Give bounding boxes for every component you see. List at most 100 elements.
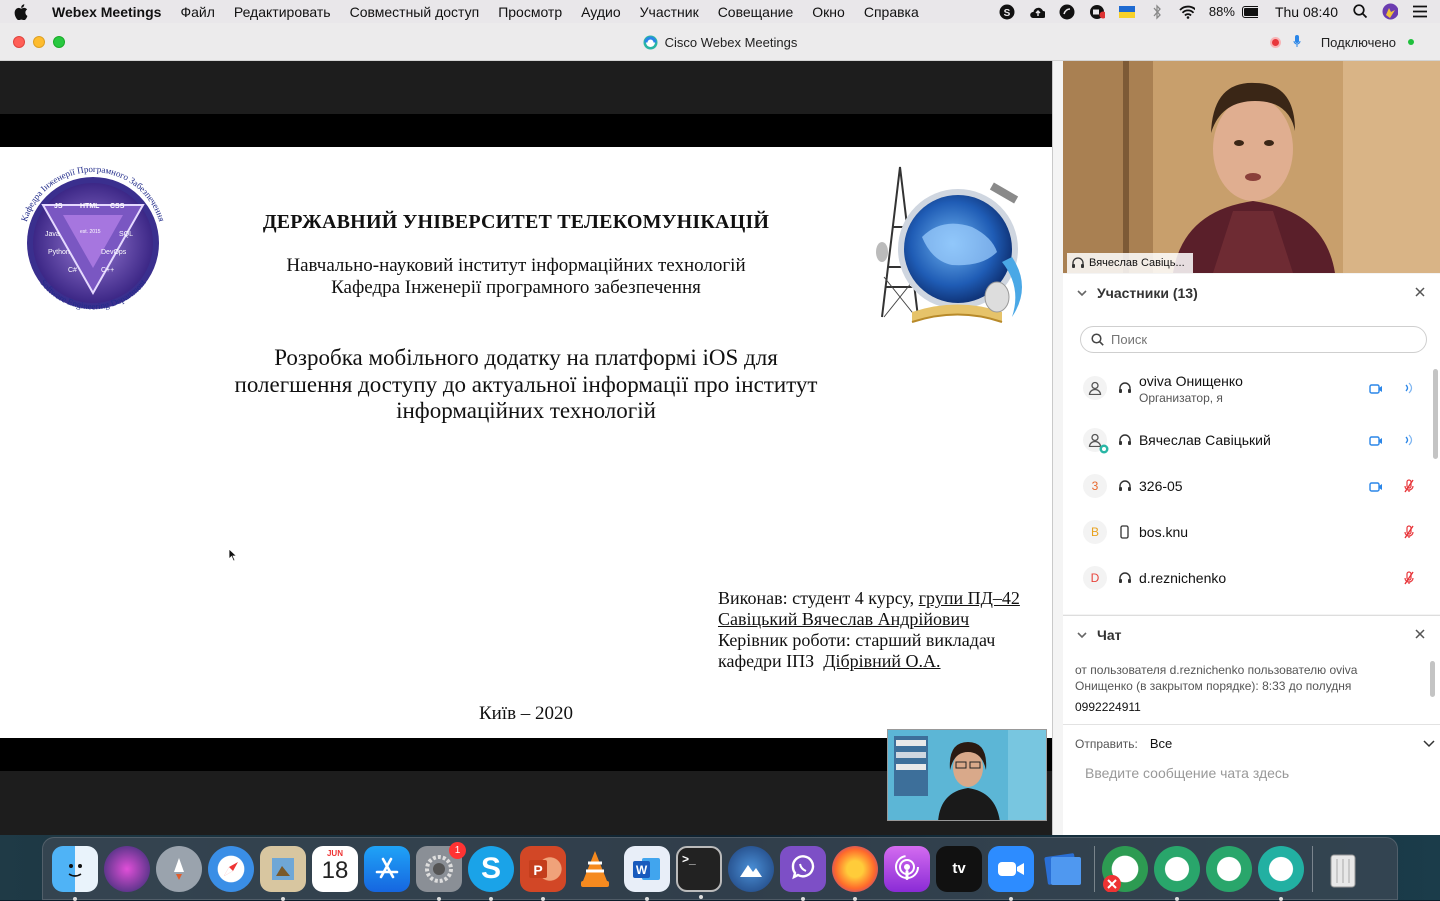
participants-panel: Участники (13) oviva Онищенко Организатор…	[1063, 274, 1440, 614]
no-camera-status-icon[interactable]	[1089, 4, 1105, 20]
video-camera-icon[interactable]	[1369, 382, 1383, 394]
close-participants-icon[interactable]	[1413, 285, 1427, 299]
muted-mic-icon[interactable]	[1403, 571, 1415, 585]
preview-icon[interactable]	[260, 845, 306, 901]
chat-message-text[interactable]: 0992224911	[1075, 700, 1141, 714]
video-camera-icon[interactable]	[1369, 480, 1383, 492]
menu-file[interactable]: Файл	[180, 4, 214, 20]
letterbox-top	[0, 114, 1052, 147]
connected-dot-icon	[1408, 39, 1414, 45]
ukraine-flag-icon[interactable]	[1118, 4, 1135, 20]
menu-participant[interactable]: Участник	[640, 4, 699, 20]
title-bar[interactable]: Cisco Webex Meetings Подключено	[0, 23, 1440, 61]
participants-scrollbar[interactable]	[1433, 369, 1438, 459]
svg-text:S: S	[1004, 8, 1011, 19]
participant-row[interactable]: oviva Онищенко Организатор, я	[1063, 365, 1433, 411]
participant-row[interactable]: Dd.reznichenko	[1063, 555, 1433, 601]
battery-percent[interactable]: 88%	[1209, 4, 1235, 19]
menu-view[interactable]: Просмотр	[498, 4, 562, 20]
menu-help[interactable]: Справка	[864, 4, 919, 20]
slide-author-group: групи ПД–42	[918, 588, 1020, 608]
apple-menu-icon[interactable]	[14, 3, 30, 20]
chat-send-to[interactable]: Отправить: Все	[1063, 724, 1440, 762]
chat-message-input[interactable]: Введите сообщение чата здесь	[1085, 765, 1289, 781]
skype-status-icon[interactable]: S	[999, 4, 1015, 20]
files-icon[interactable]	[1040, 846, 1086, 892]
terminal-icon[interactable]: >_	[676, 845, 722, 899]
video-camera-icon[interactable]	[1369, 434, 1383, 446]
audio-status-icon[interactable]	[1293, 34, 1301, 51]
participant-row[interactable]: 3 326-05	[1063, 463, 1433, 509]
search-icon	[1089, 332, 1105, 348]
webex-icon-2[interactable]	[1206, 845, 1252, 892]
vlc-icon[interactable]	[572, 846, 618, 892]
notification-center-icon[interactable]	[1412, 4, 1428, 20]
speaking-audio-icon[interactable]	[1403, 381, 1415, 395]
podcasts-icon[interactable]	[884, 845, 930, 892]
firefox-icon[interactable]	[832, 845, 878, 901]
presenter-video-thumbnail[interactable]	[887, 729, 1047, 821]
muted-mic-icon[interactable]	[1403, 525, 1415, 539]
chat-header[interactable]: Чат	[1063, 616, 1440, 654]
menu-app-name[interactable]: Webex Meetings	[52, 4, 161, 20]
trash-icon[interactable]	[1320, 846, 1366, 892]
app-store-icon[interactable]	[364, 845, 410, 892]
slide-author-block: Виконав: студент 4 курсу, групи ПД–42 Са…	[718, 588, 1048, 672]
webex-blocked-icon[interactable]	[1102, 845, 1148, 892]
slide-topic-line3: інформаційних технологій	[396, 398, 656, 423]
chat-title: Чат	[1097, 627, 1122, 643]
slide-topic-line1: Розробка мобільного додатку на платформі…	[274, 345, 778, 370]
webex-meetings-icon[interactable]	[1258, 845, 1304, 901]
svg-text:W: W	[636, 863, 648, 877]
menu-share[interactable]: Совместный доступ	[350, 4, 480, 20]
send-to-select[interactable]: Все	[1150, 736, 1172, 751]
speaking-audio-icon[interactable]	[1403, 433, 1415, 447]
active-speaker-video[interactable]: Вячеслав Савіць...	[1063, 61, 1440, 273]
logo-lang-js: JS	[54, 203, 63, 210]
skype-icon[interactable]: S	[468, 845, 514, 901]
participant-search[interactable]	[1080, 326, 1427, 353]
chevron-down-icon[interactable]	[1077, 289, 1089, 297]
muted-mic-icon[interactable]	[1403, 479, 1415, 493]
close-chat-icon[interactable]	[1413, 627, 1427, 641]
menu-clock[interactable]: Thu 08:40	[1275, 4, 1338, 20]
menu-audio[interactable]: Аудио	[581, 4, 621, 20]
powerpoint-icon[interactable]: P	[520, 845, 566, 901]
menu-bar: Webex Meetings Файл Редактировать Совмес…	[0, 0, 1440, 23]
search-input[interactable]	[1111, 332, 1401, 347]
cloud-upload-icon[interactable]	[1029, 4, 1045, 20]
sync-status-icon[interactable]	[1059, 4, 1075, 20]
battery-icon[interactable]	[1241, 4, 1258, 20]
chevron-down-icon[interactable]	[1077, 631, 1089, 639]
chevron-down-icon[interactable]	[1423, 737, 1435, 749]
user-account-icon[interactable]	[1382, 3, 1398, 20]
launchpad-icon[interactable]	[156, 845, 202, 892]
participant-row[interactable]: Bbos.knu	[1063, 509, 1433, 555]
finder-icon[interactable]	[52, 845, 98, 901]
connection-status-text: Подключено	[1320, 34, 1396, 50]
safari-icon[interactable]	[208, 845, 254, 892]
macos-installer-icon[interactable]	[728, 845, 774, 892]
dock: JUN 18 1 S P W >_ tv	[42, 837, 1398, 901]
siri-icon[interactable]	[104, 845, 150, 892]
logo-lang-html: HTML	[80, 203, 100, 210]
system-preferences-icon[interactable]: 1	[416, 841, 466, 901]
webex-icon[interactable]	[1154, 845, 1200, 901]
menu-edit[interactable]: Редактировать	[234, 4, 331, 20]
viber-icon[interactable]	[780, 845, 826, 901]
calendar-icon[interactable]: JUN 18	[312, 845, 358, 892]
participants-header[interactable]: Участники (13)	[1063, 274, 1440, 312]
menu-window[interactable]: Окно	[812, 4, 845, 20]
shared-content-area[interactable]: JS HTML CSS Java SQL Python DevOps C# C+…	[0, 61, 1052, 835]
apple-tv-icon[interactable]: tv	[936, 845, 982, 892]
wifi-icon[interactable]	[1179, 4, 1195, 20]
chat-scrollbar[interactable]	[1430, 661, 1435, 697]
menu-meeting[interactable]: Совещание	[718, 4, 794, 20]
bluetooth-icon[interactable]	[1149, 3, 1165, 20]
recording-icon[interactable]	[1269, 36, 1281, 48]
spotlight-search-icon[interactable]	[1352, 4, 1368, 20]
word-icon[interactable]: W	[624, 845, 670, 901]
zoom-icon[interactable]	[988, 845, 1034, 901]
participant-row[interactable]: Вячеслав Савіцький	[1063, 417, 1433, 463]
participant-avatar: 3	[1083, 474, 1107, 498]
